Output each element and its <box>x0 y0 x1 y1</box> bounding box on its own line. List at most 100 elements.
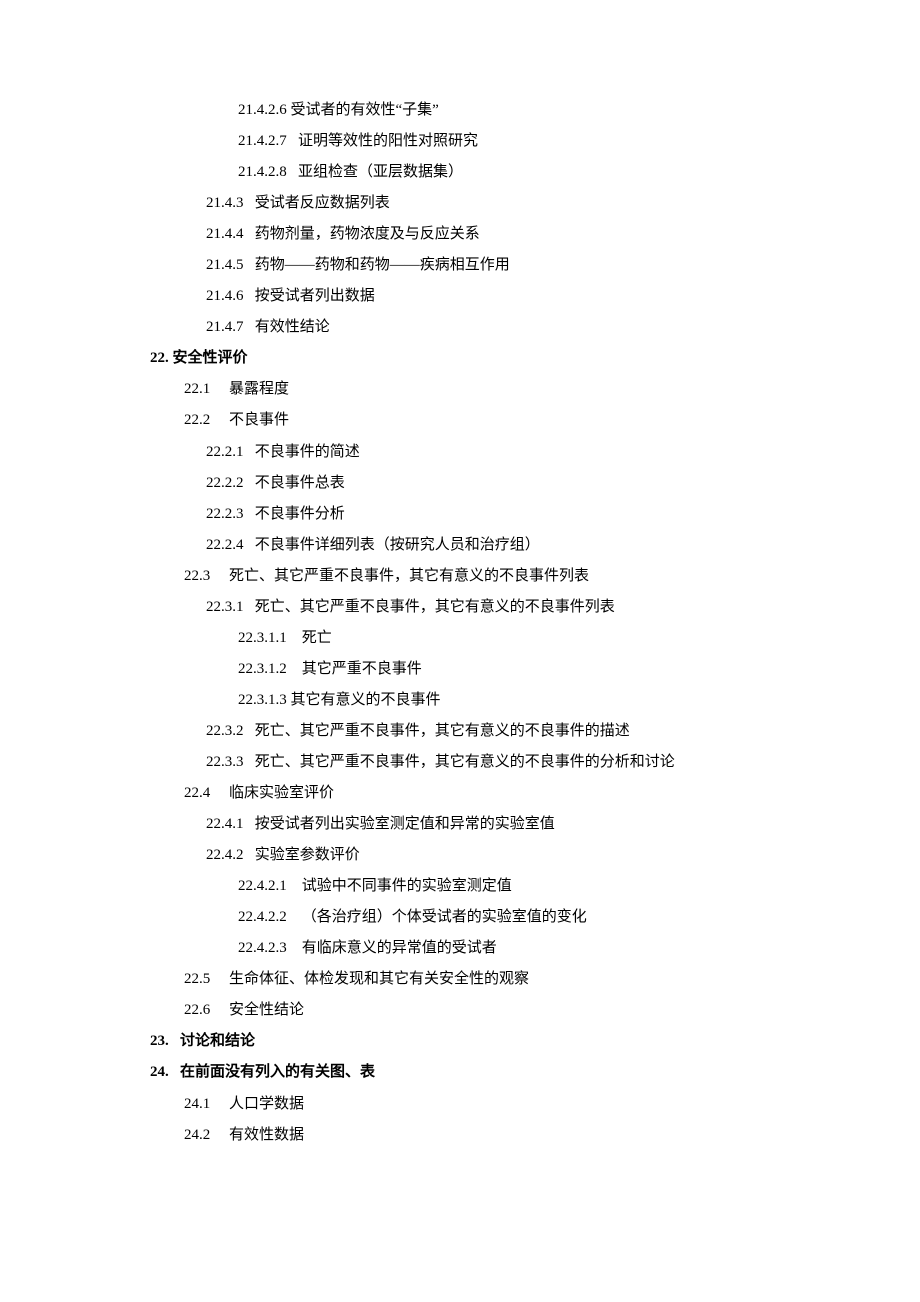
toc-number: 21.4.3 <box>206 188 244 219</box>
toc-gap <box>244 288 255 304</box>
toc-title: 人口学数据 <box>229 1096 304 1112</box>
toc-line: 21.4.6 按受试者列出数据 <box>150 281 845 312</box>
toc-number: 24.1 <box>184 1089 210 1120</box>
toc-gap <box>210 785 229 801</box>
toc-title: 实验室参数评价 <box>255 847 360 863</box>
toc-number: 22. <box>150 343 169 374</box>
toc-gap <box>169 1064 180 1080</box>
toc-number: 22.3.2 <box>206 716 244 747</box>
toc-title: 暴露程度 <box>229 381 289 397</box>
toc-title: 有效性结论 <box>255 319 330 335</box>
toc-gap <box>210 1096 229 1112</box>
toc-gap <box>244 506 255 522</box>
toc-gap <box>244 226 255 242</box>
toc-line: 24. 在前面没有列入的有关图、表 <box>150 1057 845 1088</box>
toc-number: 22.3.1.2 <box>238 654 287 685</box>
toc-gap <box>244 475 255 491</box>
toc-title: 死亡、其它严重不良事件，其它有意义的不良事件列表 <box>255 599 615 615</box>
toc-title: 亚组检查（亚层数据集） <box>298 164 463 180</box>
toc-gap <box>287 630 302 646</box>
toc-gap <box>210 1002 229 1018</box>
toc-gap <box>287 661 302 677</box>
toc-line: 24.1 人口学数据 <box>150 1089 845 1120</box>
toc-number: 22.1 <box>184 374 210 405</box>
toc-line: 22.3.1.2 其它严重不良事件 <box>150 654 845 685</box>
toc-gap <box>287 940 302 956</box>
toc-number: 22.4.2 <box>206 840 244 871</box>
toc-number: 21.4.5 <box>206 250 244 281</box>
toc-gap <box>287 878 302 894</box>
toc-gap <box>287 164 298 180</box>
toc-gap <box>210 568 229 584</box>
toc-title: 生命体征、体检发现和其它有关安全性的观察 <box>229 971 529 987</box>
toc-title: 试验中不同事件的实验室测定值 <box>302 878 512 894</box>
toc-title: 有效性数据 <box>229 1127 304 1143</box>
toc-line: 22.4.2.1 试验中不同事件的实验室测定值 <box>150 871 845 902</box>
toc-line: 24.2 有效性数据 <box>150 1120 845 1151</box>
toc-line: 22.3.2 死亡、其它严重不良事件，其它有意义的不良事件的描述 <box>150 716 845 747</box>
toc-title: 不良事件详细列表（按研究人员和治疗组） <box>255 537 540 553</box>
toc-gap <box>244 599 255 615</box>
toc-number: 22.4.2.3 <box>238 933 287 964</box>
toc-gap <box>244 754 255 770</box>
toc-title: 证明等效性的阳性对照研究 <box>298 133 478 149</box>
toc-number: 22.4.2.2 <box>238 902 287 933</box>
toc-line: 21.4.2.7 证明等效性的阳性对照研究 <box>150 126 845 157</box>
toc-line: 21.4.4 药物剂量，药物浓度及与反应关系 <box>150 219 845 250</box>
toc-number: 22.2.3 <box>206 499 244 530</box>
toc-title: 临床实验室评价 <box>229 785 334 801</box>
toc-title: 安全性结论 <box>229 1002 304 1018</box>
toc-number: 22.2 <box>184 405 210 436</box>
toc-gap <box>287 909 302 925</box>
toc-number: 21.4.2.6 <box>238 95 287 126</box>
toc-gap <box>244 537 255 553</box>
toc-gap <box>244 723 255 739</box>
toc-line: 22.4 临床实验室评价 <box>150 778 845 809</box>
toc-gap <box>244 257 255 273</box>
toc-line: 22.3.1.3 其它有意义的不良事件 <box>150 685 845 716</box>
toc-line: 23. 讨论和结论 <box>150 1026 845 1057</box>
toc-number: 21.4.7 <box>206 312 244 343</box>
toc-number: 21.4.4 <box>206 219 244 250</box>
toc-gap <box>287 133 298 149</box>
toc-line: 22.2.3 不良事件分析 <box>150 499 845 530</box>
toc-line: 22.4.2.3 有临床意义的异常值的受试者 <box>150 933 845 964</box>
toc-line: 21.4.5 药物——药物和药物——疾病相互作用 <box>150 250 845 281</box>
document-page: 21.4.2.6 受试者的有效性“子集”21.4.2.7 证明等效性的阳性对照研… <box>0 0 920 1251</box>
toc-line: 22.3.1.1 死亡 <box>150 623 845 654</box>
toc-title: 讨论和结论 <box>180 1033 255 1049</box>
toc-number: 24.2 <box>184 1120 210 1151</box>
toc-line: 22.2.1 不良事件的简述 <box>150 437 845 468</box>
toc-gap <box>210 971 229 987</box>
toc-line: 22.4.2 实验室参数评价 <box>150 840 845 871</box>
toc-line: 22. 安全性评价 <box>150 343 845 374</box>
toc-number: 22.6 <box>184 995 210 1026</box>
toc-gap <box>169 1033 180 1049</box>
toc-gap <box>210 412 229 428</box>
toc-title: 不良事件分析 <box>255 506 345 522</box>
toc-number: 22.3.1 <box>206 592 244 623</box>
toc-gap <box>244 444 255 460</box>
toc-gap <box>210 1127 229 1143</box>
toc-title: 安全性评价 <box>173 350 248 366</box>
toc-gap <box>210 381 229 397</box>
toc-number: 23. <box>150 1026 169 1057</box>
toc-line: 22.6 安全性结论 <box>150 995 845 1026</box>
toc-number: 22.2.2 <box>206 468 244 499</box>
toc-title: 受试者反应数据列表 <box>255 195 390 211</box>
toc-line: 22.3.3 死亡、其它严重不良事件，其它有意义的不良事件的分析和讨论 <box>150 747 845 778</box>
toc-title: 死亡、其它严重不良事件，其它有意义的不良事件列表 <box>229 568 589 584</box>
toc-line: 22.2 不良事件 <box>150 405 845 436</box>
toc-number: 21.4.2.8 <box>238 157 287 188</box>
toc-title: 其它有意义的不良事件 <box>291 692 441 708</box>
toc-line: 22.5 生命体征、体检发现和其它有关安全性的观察 <box>150 964 845 995</box>
toc-line: 22.4.2.2 （各治疗组）个体受试者的实验室值的变化 <box>150 902 845 933</box>
toc-title: 死亡、其它严重不良事件，其它有意义的不良事件的描述 <box>255 723 630 739</box>
toc-title: 按受试者列出数据 <box>255 288 375 304</box>
toc-line: 22.3 死亡、其它严重不良事件，其它有意义的不良事件列表 <box>150 561 845 592</box>
toc-line: 21.4.2.6 受试者的有效性“子集” <box>150 95 845 126</box>
toc-title: 在前面没有列入的有关图、表 <box>180 1064 375 1080</box>
toc-title: 有临床意义的异常值的受试者 <box>302 940 497 956</box>
toc-title: 不良事件 <box>229 412 289 428</box>
toc-number: 22.3.3 <box>206 747 244 778</box>
